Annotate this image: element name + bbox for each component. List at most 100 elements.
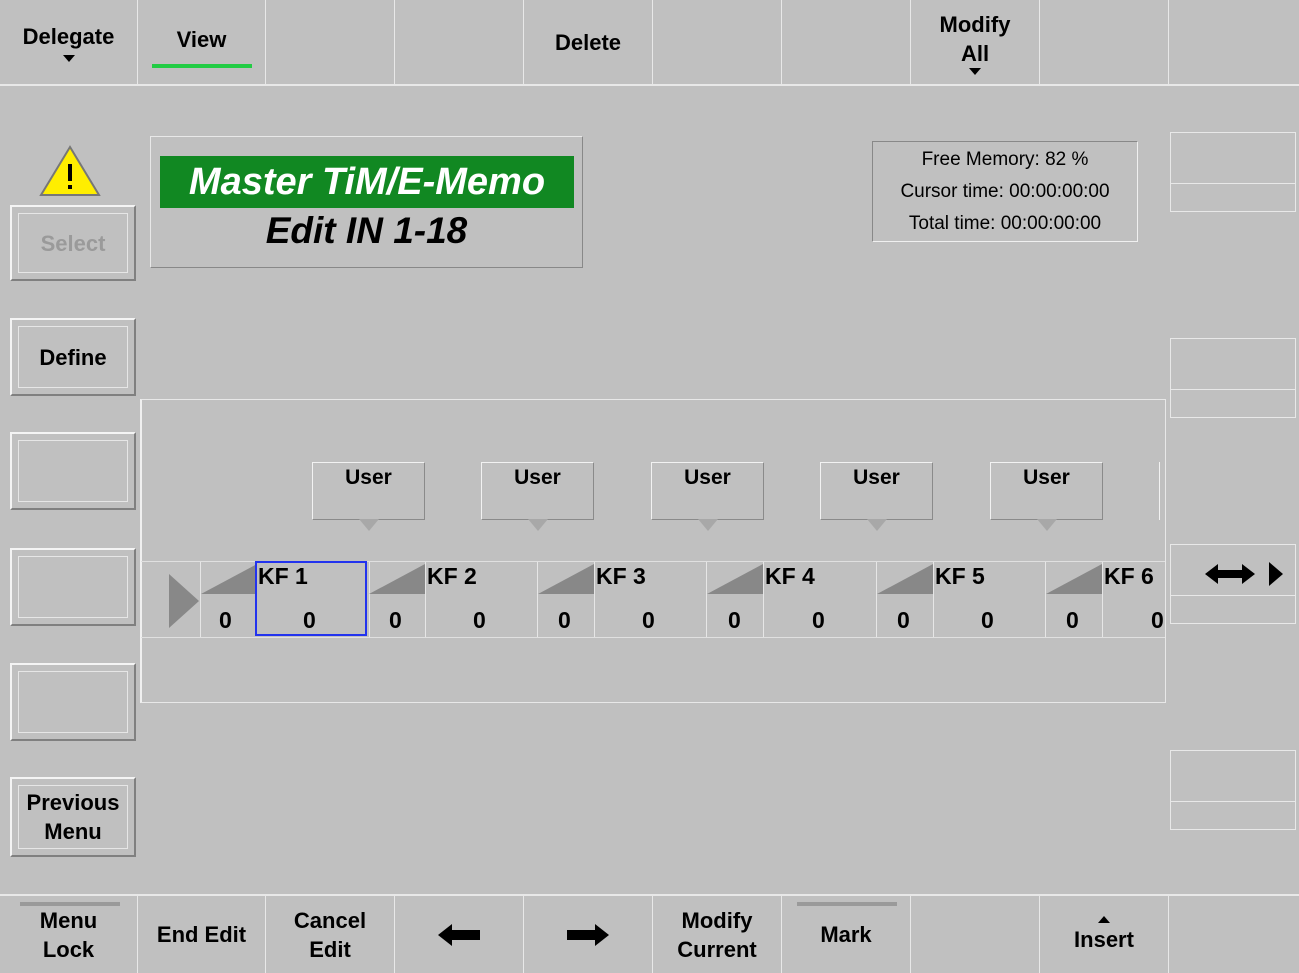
kf6-value[interactable]: 0 [1151, 606, 1164, 634]
kf3-user-bubble[interactable]: User [651, 462, 764, 531]
right-button-divider [1171, 183, 1295, 184]
modify-all-button[interactable]: Modify All [911, 0, 1040, 86]
bottom-empty-2[interactable] [1169, 894, 1299, 973]
end-edit-button[interactable]: End Edit [138, 894, 266, 973]
left-empty-button-2[interactable] [10, 548, 136, 626]
kf4-value[interactable]: 0 [812, 606, 825, 634]
user-label: User [345, 466, 392, 489]
kf1-ramp-value: 0 [219, 607, 232, 633]
define-button[interactable]: Define [10, 318, 136, 396]
right-empty-button-1[interactable] [1170, 132, 1296, 212]
bubble-pointer [527, 519, 548, 531]
menu-lock-button[interactable]: Menu Lock [0, 894, 138, 973]
left-empty-frame-2 [18, 556, 128, 618]
kf4-label[interactable]: KF 4 [765, 562, 815, 590]
kf5-label[interactable]: KF 5 [935, 562, 985, 590]
kf2-value[interactable]: 0 [473, 606, 486, 634]
ramp-icon [369, 564, 425, 594]
top-empty-6[interactable] [1169, 0, 1299, 86]
active-indicator [151, 63, 252, 68]
scroll-button[interactable] [1170, 544, 1296, 624]
kf-separator [933, 562, 934, 637]
insert-label: Insert [1074, 926, 1134, 952]
bottom-empty-1[interactable] [911, 894, 1040, 973]
delete-button[interactable]: Delete [524, 0, 653, 86]
kf3-value[interactable]: 0 [642, 606, 655, 634]
select-button[interactable]: Select [10, 205, 136, 281]
kf1-user-bubble[interactable]: User [312, 462, 425, 531]
menu-lock-label-2: Lock [42, 936, 95, 962]
page-title: Master TiM/E-Memo [160, 156, 574, 208]
top-empty-2[interactable] [395, 0, 524, 86]
free-memory-text: Free Memory: 82 % [921, 149, 1089, 170]
modify-current-button[interactable]: Modify Current [653, 894, 782, 973]
kf4-ramp-value: 0 [728, 607, 741, 633]
left-arrow-icon [438, 923, 480, 946]
left-empty-frame-1 [18, 440, 128, 502]
top-empty-3[interactable] [653, 0, 782, 86]
top-empty-4[interactable] [782, 0, 911, 86]
kf-separator [594, 562, 595, 637]
modify-current-label-1: Modify [681, 907, 753, 933]
kf6-label[interactable]: KF 6 [1104, 562, 1154, 590]
kf2-label[interactable]: KF 2 [427, 562, 477, 590]
top-empty-1[interactable] [266, 0, 395, 86]
ramp-icon [538, 564, 594, 594]
kf5-value[interactable]: 0 [981, 606, 994, 634]
previous-menu-button[interactable]: Previous Menu [10, 777, 136, 857]
kf-separator [1102, 562, 1103, 637]
modify-current-label-2: Current [677, 936, 757, 962]
cancel-edit-label-2: Edit [309, 936, 351, 962]
kf3-label[interactable]: KF 3 [596, 562, 646, 590]
selected-keyframe-cursor[interactable] [255, 561, 367, 636]
ramp-icon [707, 564, 763, 594]
modify-all-label-2: All [960, 40, 990, 66]
kf2-user-bubble[interactable]: User [481, 462, 594, 531]
total-time-text: Total time: 00:00:00:00 [908, 213, 1102, 234]
menu-lock-indicator [20, 902, 120, 906]
delete-label: Delete [554, 29, 622, 55]
scroll-arrows-icon [1205, 562, 1283, 586]
left-empty-button-1[interactable] [10, 432, 136, 510]
kf-separator [425, 562, 426, 637]
user-label: User [853, 466, 900, 489]
chevron-down-icon [62, 55, 75, 62]
kf5-user-bubble[interactable]: User [990, 462, 1103, 531]
user-label: User [1023, 466, 1070, 489]
cursor-time-text: Cursor time: 00:00:00:00 [900, 181, 1110, 202]
ramp-icon [877, 564, 933, 594]
bubble-pointer [1036, 519, 1057, 531]
kf-separator [763, 562, 764, 637]
view-label: View [176, 26, 227, 52]
right-empty-button-3[interactable] [1170, 750, 1296, 830]
insert-button[interactable]: Insert [1040, 894, 1169, 973]
delegate-button[interactable]: Delegate [0, 0, 138, 86]
user-label: User [684, 466, 731, 489]
menu-lock-label-1: Menu [39, 907, 98, 933]
right-button-divider [1171, 801, 1295, 802]
left-empty-button-3[interactable] [10, 663, 136, 741]
ramp-icon [201, 564, 257, 594]
chevron-up-icon [1098, 915, 1110, 923]
top-empty-5[interactable] [1040, 0, 1169, 86]
mark-indicator [797, 902, 897, 906]
right-button-divider [1171, 389, 1295, 390]
bubble-pointer [697, 519, 718, 531]
kf6-ramp-value: 0 [1066, 607, 1079, 633]
bubble-pointer [866, 519, 887, 531]
memory-info-panel: Free Memory: 82 % Cursor time: 00:00:00:… [872, 141, 1138, 242]
next-keyframe-button[interactable] [524, 894, 653, 973]
chevron-down-icon [969, 67, 981, 75]
page-subtitle: Edit IN 1-18 [265, 210, 468, 251]
previous-keyframe-button[interactable] [395, 894, 524, 973]
kf5-ramp-value: 0 [897, 607, 910, 633]
mark-button[interactable]: Mark [782, 894, 911, 973]
kf4-user-bubble[interactable]: User [820, 462, 933, 531]
delegate-label: Delegate [22, 24, 115, 49]
play-triangle-icon[interactable] [169, 574, 199, 628]
define-button-frame [18, 326, 128, 388]
cancel-edit-button[interactable]: Cancel Edit [266, 894, 395, 973]
warning-icon [38, 144, 102, 198]
view-button[interactable]: View [138, 0, 266, 86]
right-empty-button-2[interactable] [1170, 338, 1296, 418]
